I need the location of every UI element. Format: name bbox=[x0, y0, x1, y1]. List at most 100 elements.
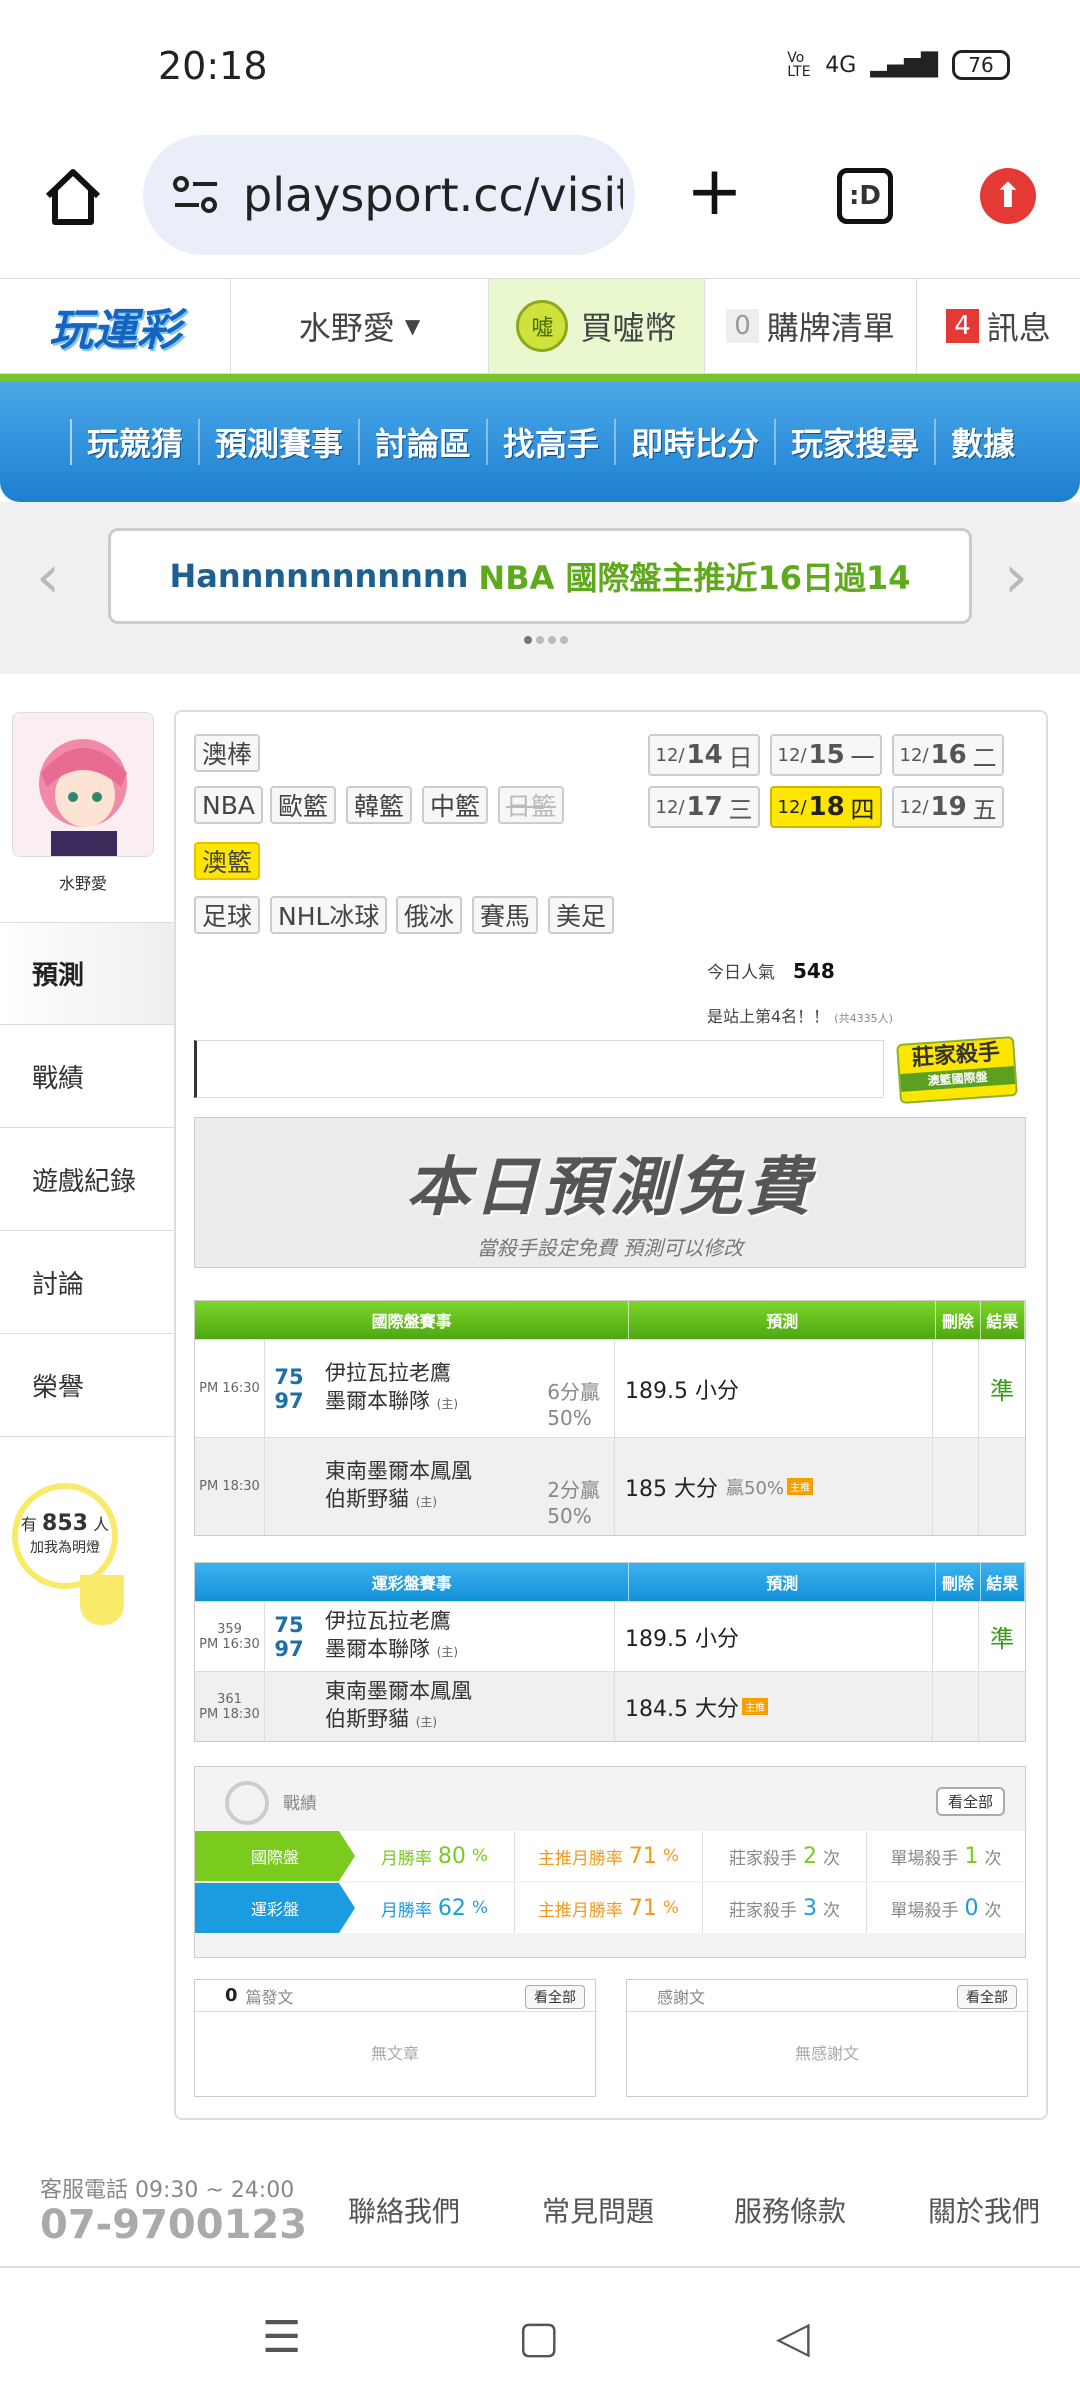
date-button[interactable]: 12/19 五 bbox=[892, 786, 1004, 828]
side-tab-game-log[interactable]: 遊戲紀錄 bbox=[0, 1128, 174, 1231]
game-score: 75 97 bbox=[274, 1612, 304, 1661]
free-title: 本日預測免費 bbox=[406, 1151, 814, 1225]
posts-label: 篇發文 bbox=[245, 1987, 294, 2007]
messages-button[interactable]: 4 訊息 bbox=[916, 279, 1080, 373]
buy-coin-button[interactable]: 噓 買噓幣 bbox=[488, 279, 704, 373]
carousel-next-icon[interactable]: › bbox=[1004, 542, 1028, 612]
league-tag[interactable]: 澳棒 bbox=[194, 734, 261, 772]
nav-item[interactable]: 即時比分 bbox=[614, 419, 774, 465]
announcement-box[interactable]: Hannnnnnnnnnn NBA 國際盤主推近16日過14 bbox=[108, 528, 972, 624]
user-name: 水野愛 bbox=[298, 309, 395, 347]
target-icon bbox=[225, 1781, 269, 1825]
side-tab-discuss[interactable]: 討論 bbox=[0, 1231, 174, 1334]
site-logo[interactable]: 玩運彩 bbox=[0, 279, 230, 373]
home-button-icon[interactable]: ▢ bbox=[518, 2312, 560, 2363]
record-panel: 戰績 看全部 國際盤 月勝率 80% 主推月勝率 71% 莊家殺手 2 次 單場殺手 1 次… bbox=[194, 1766, 1026, 1958]
league-tag[interactable]: NBA bbox=[194, 786, 263, 824]
popularity: 今日人氣 548 bbox=[707, 958, 835, 983]
phone-label: 客服電話 09:30 ~ 24:00 bbox=[40, 2178, 295, 2203]
game-score bbox=[265, 1672, 313, 1741]
league-tag: 日籃 bbox=[498, 786, 565, 824]
phone-number[interactable]: 07-9700123 bbox=[40, 2202, 307, 2248]
footer-link[interactable]: 服務條款 bbox=[734, 2190, 846, 2230]
table-row: 361 PM 18:30 東南墨爾本鳳凰 伯斯野貓 (主) 184.5 大分 主推 bbox=[195, 1671, 1025, 1741]
league-tag[interactable]: NHL冰球 bbox=[270, 896, 388, 934]
record-row: 運彩盤 月勝率 62% 主推月勝率 71% 莊家殺手 3 次 單場殺手 0 次 bbox=[195, 1883, 1025, 1933]
new-tab-icon[interactable]: + bbox=[686, 158, 743, 226]
league-tag-active[interactable]: 澳籃 bbox=[194, 842, 261, 880]
delete-cell bbox=[933, 1438, 979, 1535]
league-tag[interactable]: 韓籃 bbox=[346, 786, 413, 824]
date-button-selected[interactable]: 12/18 四 bbox=[770, 786, 882, 828]
table-header: 國際盤賽事 預測 刪除 結果 bbox=[195, 1301, 1025, 1339]
back-icon[interactable]: ◁ bbox=[776, 2312, 810, 2363]
league-tag[interactable]: 俄冰 bbox=[396, 896, 463, 934]
thanks-view-all-button[interactable]: 看全部 bbox=[957, 1985, 1017, 2009]
message-count: 4 bbox=[946, 309, 979, 343]
footer-link[interactable]: 常見問題 bbox=[542, 2190, 654, 2230]
announcement-text: NBA 國際盤主推近16日過14 bbox=[478, 559, 911, 597]
thanks-box: 感謝文 看全部 無感謝文 bbox=[626, 1979, 1028, 2097]
game-teams[interactable]: 東南墨爾本鳳凰 伯斯野貓 (主) bbox=[313, 1672, 615, 1741]
clock: 20:18 bbox=[158, 44, 268, 88]
buy-coin-label: 買噓幣 bbox=[580, 309, 677, 347]
home-icon[interactable] bbox=[40, 164, 106, 230]
cart-button[interactable]: 0 購牌清單 bbox=[704, 279, 916, 373]
record-label: 國際盤 bbox=[195, 1831, 355, 1881]
prediction: 189.5 小分 bbox=[615, 1340, 933, 1437]
table-row: PM 18:30 東南墨爾本鳳凰 伯斯野貓 (主) 2分贏 50% 185 大分贏… bbox=[195, 1437, 1025, 1535]
date-button[interactable]: 12/15 一 bbox=[770, 734, 882, 776]
system-icons: Vo LTE 4G ▂▄▆█ 76 bbox=[787, 50, 1010, 80]
system-nav-bar: ☰ ▢ ◁ bbox=[0, 2272, 1080, 2400]
site-footer: 客服電話 09:30 ~ 24:00 07-9700123 聯絡我們 常見問題 … bbox=[0, 2148, 1080, 2268]
nav-item[interactable]: 預測賽事 bbox=[198, 419, 358, 465]
update-icon[interactable]: ⬆ bbox=[980, 168, 1036, 224]
game-teams[interactable]: 伊拉瓦拉老鷹 墨爾本聯隊 (主) bbox=[313, 1602, 615, 1671]
league-tag[interactable]: 足球 bbox=[194, 896, 261, 934]
side-tab-predict[interactable]: 預測 bbox=[0, 922, 174, 1025]
fans-badge[interactable]: 有 853 人 加我為明燈 bbox=[12, 1483, 118, 1589]
nav-item[interactable]: 找高手 bbox=[486, 419, 614, 465]
site-header: 玩運彩 水野愛 ▼ 噓 買噓幣 0 購牌清單 4 訊息 bbox=[0, 278, 1080, 374]
battery-icon: 76 bbox=[952, 50, 1010, 80]
side-tab-record[interactable]: 戰績 bbox=[0, 1025, 174, 1128]
thanks-label: 感謝文 bbox=[657, 1987, 706, 2007]
site-settings-icon[interactable] bbox=[173, 175, 219, 215]
date-button[interactable]: 12/17 三 bbox=[648, 786, 760, 828]
footer-link[interactable]: 關於我們 bbox=[928, 2190, 1040, 2230]
date-button[interactable]: 12/16 二 bbox=[892, 734, 1004, 776]
cart-count: 0 bbox=[726, 309, 759, 343]
league-tag[interactable]: 賽馬 bbox=[472, 896, 539, 934]
date-button[interactable]: 12/14 日 bbox=[648, 734, 760, 776]
fans-count: 853 bbox=[42, 1511, 88, 1536]
user-menu[interactable]: 水野愛 ▼ bbox=[230, 279, 488, 373]
table-row: 359 PM 16:30 75 97 伊拉瓦拉老鷹 墨爾本聯隊 (主) 189.5 … bbox=[195, 1601, 1025, 1671]
url-bar[interactable]: playsport.cc/visit bbox=[143, 135, 635, 255]
main-pick-tag: 主推 bbox=[787, 1478, 814, 1495]
game-odds: 6分贏 50% bbox=[547, 1380, 600, 1430]
footer-link[interactable]: 聯絡我們 bbox=[348, 2190, 460, 2230]
league-tag[interactable]: 中籃 bbox=[422, 786, 489, 824]
league-tag[interactable]: 歐籃 bbox=[270, 786, 337, 824]
side-tab-honor[interactable]: 榮譽 bbox=[0, 1334, 174, 1437]
carousel-dots bbox=[524, 636, 568, 644]
popularity-value: 548 bbox=[793, 959, 835, 983]
view-all-button[interactable]: 看全部 bbox=[935, 1787, 1005, 1816]
main-nav: 玩競猜 預測賽事 討論區 找高手 即時比分 玩家搜尋 數據 bbox=[0, 382, 1080, 502]
nav-item[interactable]: 玩競猜 bbox=[70, 419, 198, 465]
browser-toolbar: playsport.cc/visit + :D ⬆ bbox=[0, 130, 1080, 275]
game-teams[interactable]: 東南墨爾本鳳凰 伯斯野貓 (主) 2分贏 50% bbox=[313, 1438, 615, 1535]
nav-item[interactable]: 玩家搜尋 bbox=[774, 419, 934, 465]
league-tag[interactable]: 美足 bbox=[548, 896, 615, 934]
profile-name: 水野愛 bbox=[58, 874, 107, 893]
posts-view-all-button[interactable]: 看全部 bbox=[525, 1985, 585, 2009]
record-label: 運彩盤 bbox=[195, 1883, 355, 1933]
recent-apps-icon[interactable]: ☰ bbox=[262, 2312, 301, 2363]
game-teams[interactable]: 伊拉瓦拉老鷹 墨爾本聯隊 (主) 6分贏 50% bbox=[313, 1340, 615, 1437]
nav-item[interactable]: 討論區 bbox=[358, 419, 486, 465]
tab-switcher-icon[interactable]: :D bbox=[837, 168, 893, 224]
carousel-prev-icon[interactable]: ‹ bbox=[36, 542, 60, 612]
main-pick-tag: 主推 bbox=[741, 1698, 768, 1715]
status-input[interactable] bbox=[194, 1040, 884, 1098]
nav-item[interactable]: 數據 bbox=[934, 419, 1030, 465]
